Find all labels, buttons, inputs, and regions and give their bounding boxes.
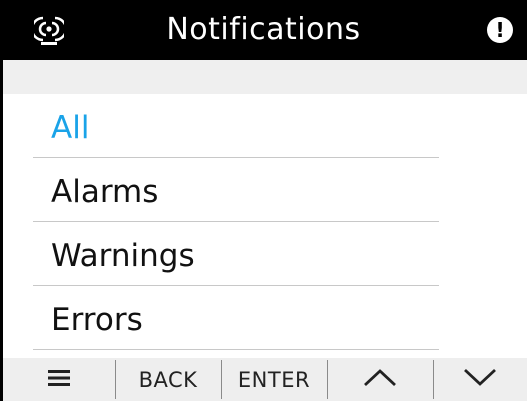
notification-filter-list: All Alarms Warnings Errors (33, 94, 439, 350)
menu-item-errors[interactable]: Errors (33, 286, 439, 350)
bottom-toolbar: BACK ENTER (3, 358, 527, 401)
page-title: Notifications (166, 12, 361, 47)
menu-item-alarms[interactable]: Alarms (33, 158, 439, 222)
back-button-label: BACK (138, 367, 198, 392)
menu-button[interactable] (3, 358, 115, 401)
chevron-up-icon (362, 366, 398, 393)
down-button[interactable] (433, 358, 527, 401)
menu-item-all[interactable]: All (33, 94, 439, 158)
alert-icon[interactable]: ! (487, 17, 513, 43)
enter-button[interactable]: ENTER (221, 358, 327, 401)
enter-button-label: ENTER (237, 367, 311, 392)
chevron-down-icon (462, 366, 498, 393)
menu-item-warnings[interactable]: Warnings (33, 222, 439, 286)
sub-header-bar (3, 60, 527, 94)
hamburger-menu-icon (48, 368, 70, 392)
up-button[interactable] (327, 358, 433, 401)
back-button[interactable]: BACK (115, 358, 221, 401)
header-bar: Notifications ! (0, 0, 527, 60)
